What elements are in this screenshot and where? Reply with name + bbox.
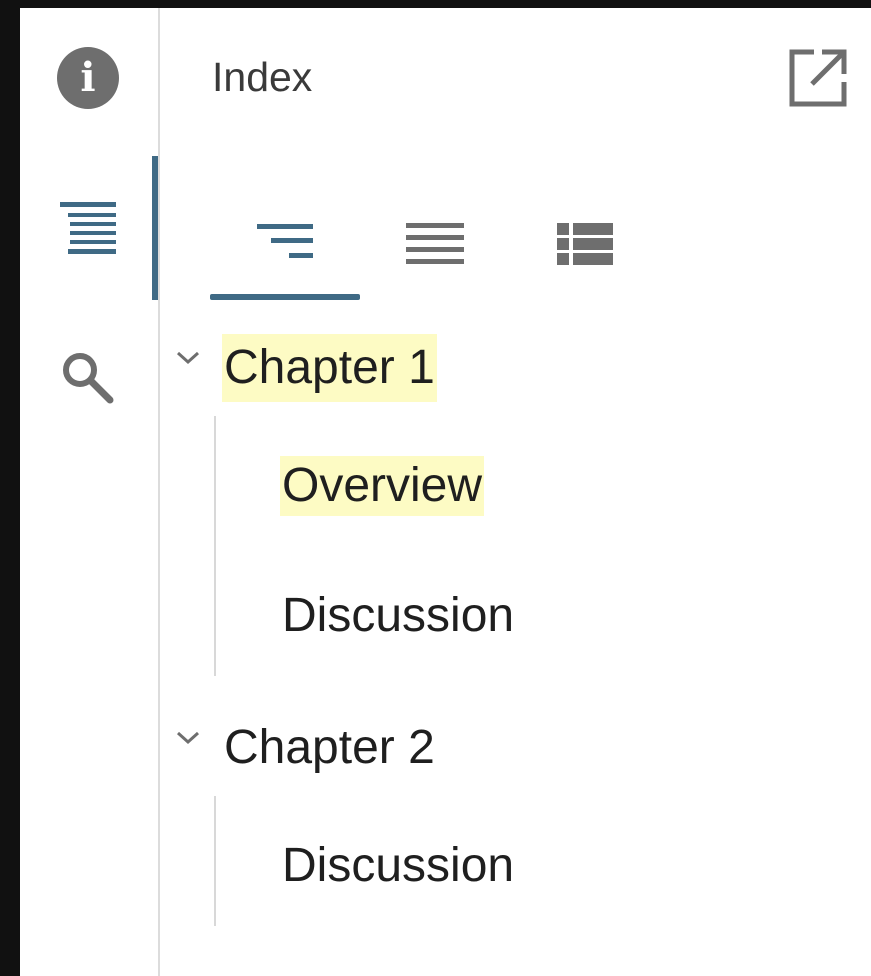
panel-title: Index — [212, 54, 313, 100]
popout-button[interactable] — [788, 48, 848, 108]
section-item: Overview — [216, 416, 871, 546]
info-icon: i — [57, 47, 119, 109]
search-icon — [63, 353, 114, 404]
table-of-contents: Chapter 1 Overview Discussion Chapter 2 — [160, 330, 871, 926]
info-button[interactable]: i — [20, 46, 156, 110]
chapter-row: Chapter 2 — [160, 710, 871, 796]
sidebar-rail: i — [20, 8, 160, 976]
detailed-list-icon — [557, 223, 613, 265]
active-indicator — [152, 156, 158, 300]
chapter-sections: Discussion — [214, 796, 871, 926]
tab-detailed-view[interactable] — [510, 188, 660, 300]
chevron-down-icon[interactable] — [172, 722, 204, 754]
table-of-contents-icon — [60, 202, 116, 254]
search-button[interactable] — [20, 340, 156, 416]
chevron-down-icon[interactable] — [172, 342, 204, 374]
section-item: Discussion — [216, 796, 871, 926]
index-button[interactable] — [20, 156, 158, 300]
section-item: Discussion — [216, 546, 871, 676]
chapter-sections: Overview Discussion — [214, 416, 871, 676]
tab-nested-view[interactable] — [210, 188, 360, 300]
open-in-new-window-icon — [789, 49, 847, 107]
section-label[interactable]: Overview — [280, 456, 485, 516]
chapter-label[interactable]: Chapter 1 — [222, 334, 437, 402]
section-label[interactable]: Discussion — [280, 836, 516, 896]
flat-list-icon — [406, 223, 464, 264]
index-panel: Index Chapter 1 Overview Discussion Chap… — [160, 8, 871, 976]
tab-flat-view[interactable] — [360, 188, 510, 300]
chapter-label[interactable]: Chapter 2 — [222, 714, 437, 782]
section-label[interactable]: Discussion — [280, 586, 516, 646]
chapter-row: Chapter 1 — [160, 330, 871, 416]
nested-list-icon — [257, 224, 313, 258]
viewer-sidebar: i Index Chapter 1 Overview Discussion Ch… — [20, 8, 871, 976]
index-view-tabs — [210, 188, 660, 302]
